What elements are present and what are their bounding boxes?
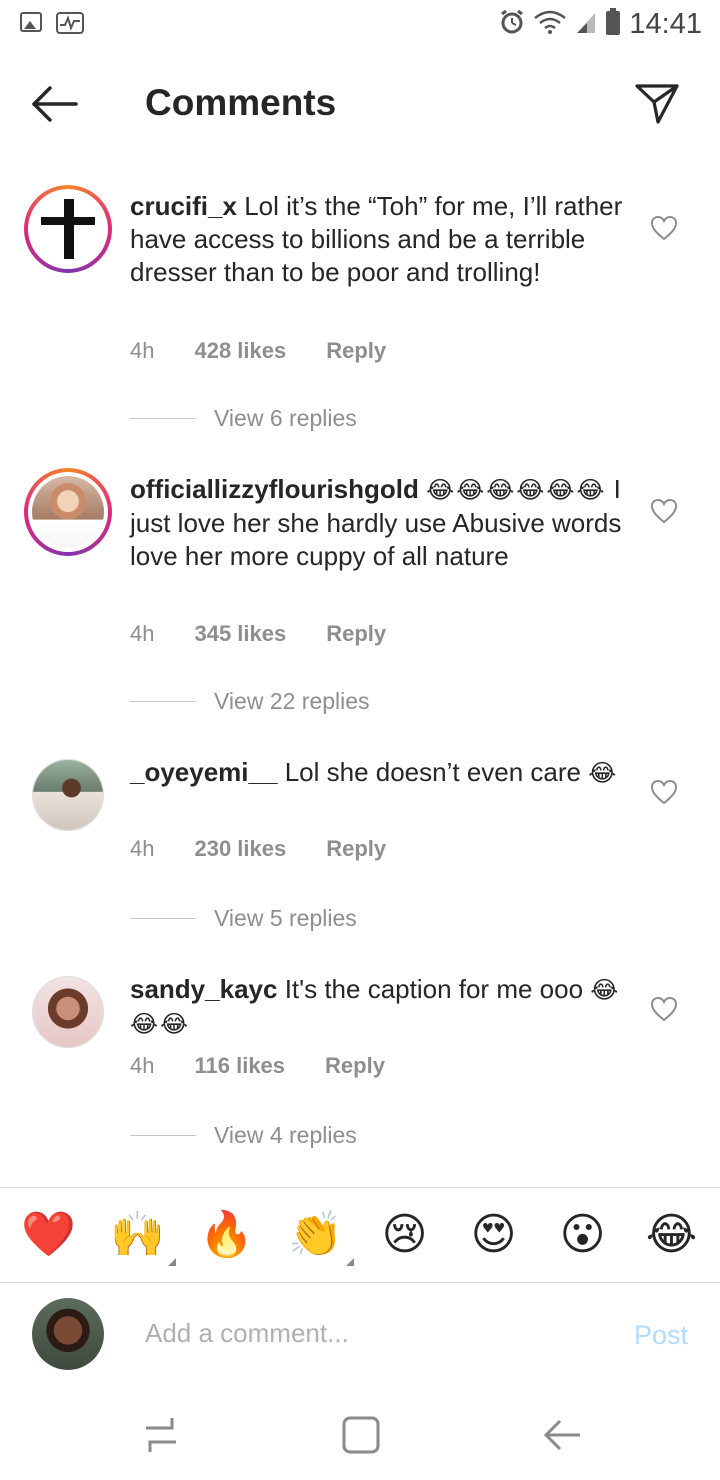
comment-meta: 4h 116 likes Reply — [130, 1053, 385, 1079]
status-bar: 14:41 — [0, 0, 720, 50]
comment-text: officiallizzyflourishgold 😂😂😂😂😂😂 I just … — [130, 473, 630, 573]
comment-username[interactable]: _oyeyemi__ — [130, 757, 277, 787]
divider — [130, 1135, 196, 1136]
battery-icon — [605, 8, 621, 41]
view-replies-button[interactable]: View 6 replies — [130, 405, 357, 432]
home-icon — [342, 1416, 380, 1454]
avatar-image — [32, 476, 104, 548]
comment-username[interactable]: officiallizzyflourishgold — [130, 474, 419, 504]
recent-apps-button[interactable] — [138, 1412, 184, 1458]
reply-button[interactable]: Reply — [326, 836, 386, 862]
system-back-button[interactable] — [540, 1412, 586, 1458]
share-button[interactable] — [634, 80, 680, 126]
page-title: Comments — [145, 82, 337, 123]
avatar-image — [33, 977, 103, 1047]
view-replies-button[interactable]: View 4 replies — [130, 1122, 357, 1149]
view-replies-label: View 5 replies — [214, 905, 357, 931]
like-heart-icon[interactable] — [650, 996, 678, 1022]
arrow-left-icon — [32, 86, 78, 122]
avatar[interactable] — [24, 185, 112, 273]
comment-body: It's the caption for me ooo — [284, 974, 584, 1004]
comment-body: Lol she doesn’t even care — [284, 757, 581, 787]
home-button[interactable] — [338, 1412, 384, 1458]
comment-time: 4h — [130, 1053, 155, 1078]
view-replies-label: View 22 replies — [214, 688, 370, 714]
comment-likes[interactable]: 116 likes — [194, 1053, 285, 1079]
comment-likes[interactable]: 230 likes — [194, 836, 286, 862]
comment-time: 4h — [130, 836, 155, 861]
reaction-heart-eyes[interactable]: 😍 — [464, 1210, 524, 1260]
quick-reaction-bar: ❤️ 🙌 🔥 👏 😢 😍 😮 😂 — [0, 1187, 720, 1283]
divider — [130, 418, 196, 419]
like-heart-icon[interactable] — [650, 215, 678, 241]
comment-text: _oyeyemi__ Lol she doesn’t even care 😂 — [130, 756, 630, 790]
divider — [130, 918, 196, 919]
wifi-icon — [533, 9, 567, 40]
comment-likes[interactable]: 345 likes — [194, 621, 286, 647]
reaction-crying[interactable]: 😢 — [375, 1210, 435, 1260]
comment-text: crucifi_x Lol it’s the “Toh” for me, I’l… — [130, 190, 630, 289]
comment-username[interactable]: sandy_kayc — [130, 974, 277, 1004]
reaction-laughing[interactable]: 😂 — [642, 1210, 702, 1260]
back-button[interactable] — [28, 82, 82, 126]
current-user-avatar — [32, 1298, 104, 1370]
like-heart-icon[interactable] — [650, 498, 678, 524]
comment-likes[interactable]: 428 likes — [194, 338, 286, 364]
back-arrow-icon — [543, 1419, 580, 1451]
avatar[interactable] — [32, 759, 104, 831]
reply-button[interactable]: Reply — [325, 1053, 385, 1079]
add-comment-bar: Post — [0, 1284, 720, 1388]
system-nav-bar — [0, 1390, 720, 1480]
alarm-icon — [499, 9, 525, 40]
comment-meta: 4h 428 likes Reply — [130, 338, 386, 364]
comment-emojis: 😂😂😂😂😂😂 — [426, 477, 607, 504]
comment-meta: 4h 230 likes Reply — [130, 836, 386, 862]
comment-text: sandy_kayc It's the caption for me ooo 😂… — [130, 973, 630, 1041]
activity-icon — [56, 12, 84, 39]
reaction-fire[interactable]: 🔥 — [197, 1210, 257, 1260]
gallery-icon — [20, 12, 42, 32]
reaction-clapping[interactable]: 👏 — [286, 1210, 354, 1266]
view-replies-button[interactable]: View 5 replies — [130, 905, 357, 932]
reply-button[interactable]: Reply — [326, 621, 386, 647]
reaction-raised-hands[interactable]: 🙌 — [108, 1210, 176, 1266]
avatar-image — [33, 760, 103, 830]
reaction-surprised[interactable]: 😮 — [553, 1210, 613, 1260]
comment-input[interactable] — [145, 1318, 585, 1349]
post-button[interactable]: Post — [634, 1320, 688, 1351]
avatar[interactable] — [32, 976, 104, 1048]
recent-apps-icon — [146, 1418, 176, 1452]
comment-emojis: 😂 — [588, 760, 619, 787]
comment-time: 4h — [130, 338, 155, 363]
divider — [130, 701, 196, 702]
avatar-image — [32, 193, 104, 265]
comment-username[interactable]: crucifi_x — [130, 191, 237, 221]
header: Comments — [0, 60, 720, 150]
like-heart-icon[interactable] — [650, 779, 678, 805]
view-replies-label: View 4 replies — [214, 1122, 357, 1148]
reaction-heart[interactable]: ❤️ — [19, 1210, 79, 1260]
view-replies-label: View 6 replies — [214, 405, 357, 431]
comment-time: 4h — [130, 621, 155, 646]
view-replies-button[interactable]: View 22 replies — [130, 688, 370, 715]
paper-plane-icon — [635, 84, 679, 124]
comment-meta: 4h 345 likes Reply — [130, 621, 386, 647]
clock: 14:41 — [629, 8, 702, 40]
avatar[interactable] — [24, 468, 112, 556]
signal-icon — [575, 9, 597, 40]
reply-button[interactable]: Reply — [326, 338, 386, 364]
